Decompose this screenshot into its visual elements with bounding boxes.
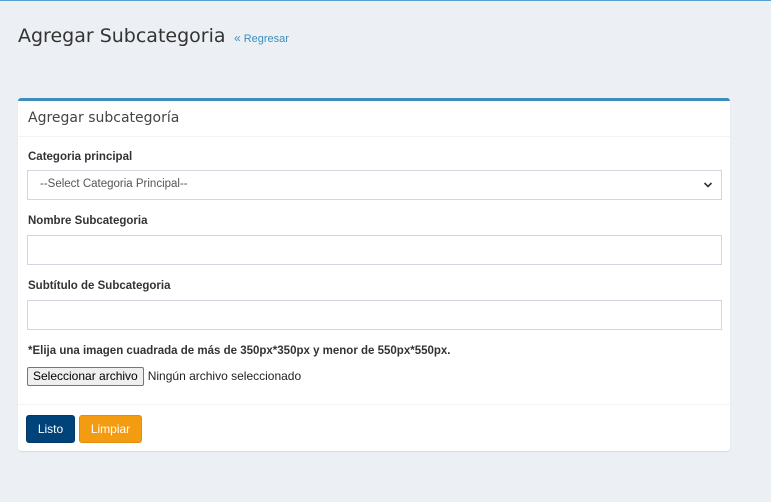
parent-category-selected: --Select Categoria Principal-- bbox=[40, 178, 188, 190]
box-header: Agregar subcategoría bbox=[18, 101, 730, 137]
file-status: Ningún archivo seleccionado bbox=[147, 369, 302, 383]
subcategory-subtitle-label: Subtítulo de Subcategoria bbox=[28, 280, 171, 292]
form-box: Agregar subcategoría Categoria principal… bbox=[18, 98, 730, 451]
back-arrows-icon: « bbox=[233, 31, 241, 45]
back-link[interactable]: « Regresar bbox=[233, 31, 289, 45]
box-title: Agregar subcategoría bbox=[28, 110, 180, 126]
subcategory-name-input[interactable] bbox=[27, 235, 722, 265]
reset-button[interactable]: Limpiar bbox=[79, 415, 142, 443]
submit-button[interactable]: Listo bbox=[26, 415, 75, 443]
chevron-down-icon bbox=[703, 182, 713, 188]
parent-category-select[interactable]: --Select Categoria Principal-- bbox=[27, 170, 722, 200]
box-footer: Listo Limpiar bbox=[18, 404, 730, 452]
page-header: Agregar Subcategoria « Regresar bbox=[18, 25, 289, 47]
subcategory-subtitle-input[interactable] bbox=[27, 300, 722, 330]
back-link-label: Regresar bbox=[243, 33, 289, 45]
subcategory-name-label: Nombre Subcategoria bbox=[28, 215, 148, 227]
image-hint: *Elija una imagen cuadrada de más de 350… bbox=[28, 345, 451, 357]
choose-file-button[interactable]: Seleccionar archivo bbox=[27, 366, 144, 386]
parent-category-label: Categoria principal bbox=[28, 151, 133, 163]
page-title: Agregar Subcategoria bbox=[18, 25, 226, 47]
file-upload: Seleccionar archivo Ningún archivo selec… bbox=[27, 366, 301, 386]
page: Agregar Subcategoria « Regresar Agregar … bbox=[0, 0, 771, 502]
